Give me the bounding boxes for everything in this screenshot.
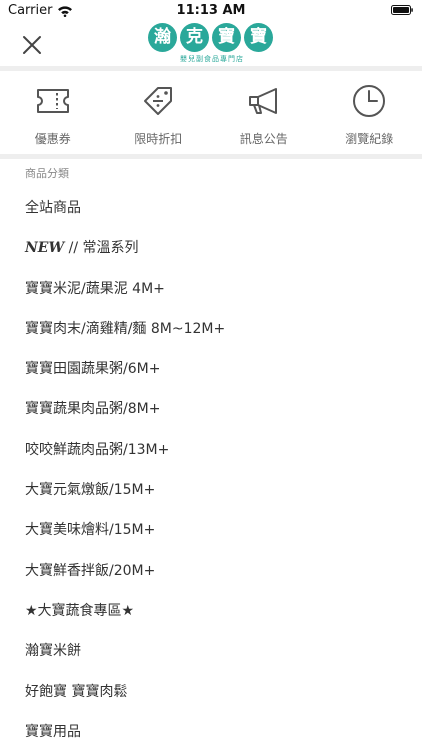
category-label: // 常溫系列 xyxy=(64,240,138,256)
history-label: 瀏覽紀錄 xyxy=(345,130,393,147)
battery-icon xyxy=(391,5,413,15)
megaphone-icon xyxy=(244,81,284,121)
brand-logo: 瀚 克 寶 寶 嬰兒副食品專門店 xyxy=(148,23,276,67)
close-icon[interactable] xyxy=(20,33,44,57)
ticket-icon xyxy=(33,81,73,121)
discount-button[interactable]: 限時折扣 xyxy=(106,72,212,154)
clock-icon xyxy=(349,81,389,121)
category-item[interactable]: 寶寶用品 xyxy=(0,712,422,752)
category-item[interactable]: 瀚寶米餅 xyxy=(0,631,422,671)
category-item[interactable]: 大寶元氣燉飯/15M+ xyxy=(0,470,422,510)
section-divider xyxy=(0,154,422,159)
logo-char: 瀚 xyxy=(148,23,177,52)
history-button[interactable]: 瀏覽紀錄 xyxy=(317,72,422,154)
discount-tag-icon xyxy=(138,81,178,121)
status-time: 11:13 AM xyxy=(0,3,422,18)
logo-char: 寶 xyxy=(212,23,241,52)
discount-label: 限時折扣 xyxy=(134,130,182,147)
category-item[interactable]: NEW // 常溫系列 xyxy=(0,228,422,268)
logo-char: 寶 xyxy=(244,23,273,52)
category-item[interactable]: 大寶美味燴料/15M+ xyxy=(0,510,422,550)
logo-subtitle: 嬰兒副食品專門店 xyxy=(148,54,276,64)
announcement-label: 訊息公告 xyxy=(240,130,288,147)
new-badge: NEW xyxy=(25,240,64,256)
category-item[interactable]: ★大寶蔬食專區★ xyxy=(0,591,422,631)
coupon-button[interactable]: 優惠券 xyxy=(0,72,106,154)
announcement-button[interactable]: 訊息公告 xyxy=(211,72,317,154)
logo-char: 克 xyxy=(180,23,209,52)
category-item[interactable]: 寶寶田園蔬果粥/6M+ xyxy=(0,349,422,389)
category-section-title: 商品分類 xyxy=(25,165,69,181)
coupon-label: 優惠券 xyxy=(35,130,71,147)
category-item[interactable]: 寶寶米泥/蔬果泥 4M+ xyxy=(0,269,422,309)
header-divider xyxy=(0,66,422,71)
category-item[interactable]: 全站商品 xyxy=(0,188,422,228)
category-list: 全站商品 NEW // 常溫系列 寶寶米泥/蔬果泥 4M+ 寶寶肉末/滴雞精/麵… xyxy=(0,188,422,752)
quick-actions: 優惠券 限時折扣 訊息公告 瀏覽紀錄 xyxy=(0,72,422,154)
category-item[interactable]: 好飽寶 寶寶肉鬆 xyxy=(0,672,422,712)
nav-header: 瀚 克 寶 寶 嬰兒副食品專門店 xyxy=(0,22,422,66)
status-bar: Carrier 11:13 AM xyxy=(0,0,422,22)
category-item[interactable]: 寶寶蔬果肉品粥/8M+ xyxy=(0,389,422,429)
category-item[interactable]: 寶寶肉末/滴雞精/麵 8M~12M+ xyxy=(0,309,422,349)
category-item[interactable]: 大寶鮮香拌飯/20M+ xyxy=(0,551,422,591)
category-item[interactable]: 咬咬鮮蔬肉品粥/13M+ xyxy=(0,430,422,470)
logo-characters: 瀚 克 寶 寶 xyxy=(148,23,276,52)
